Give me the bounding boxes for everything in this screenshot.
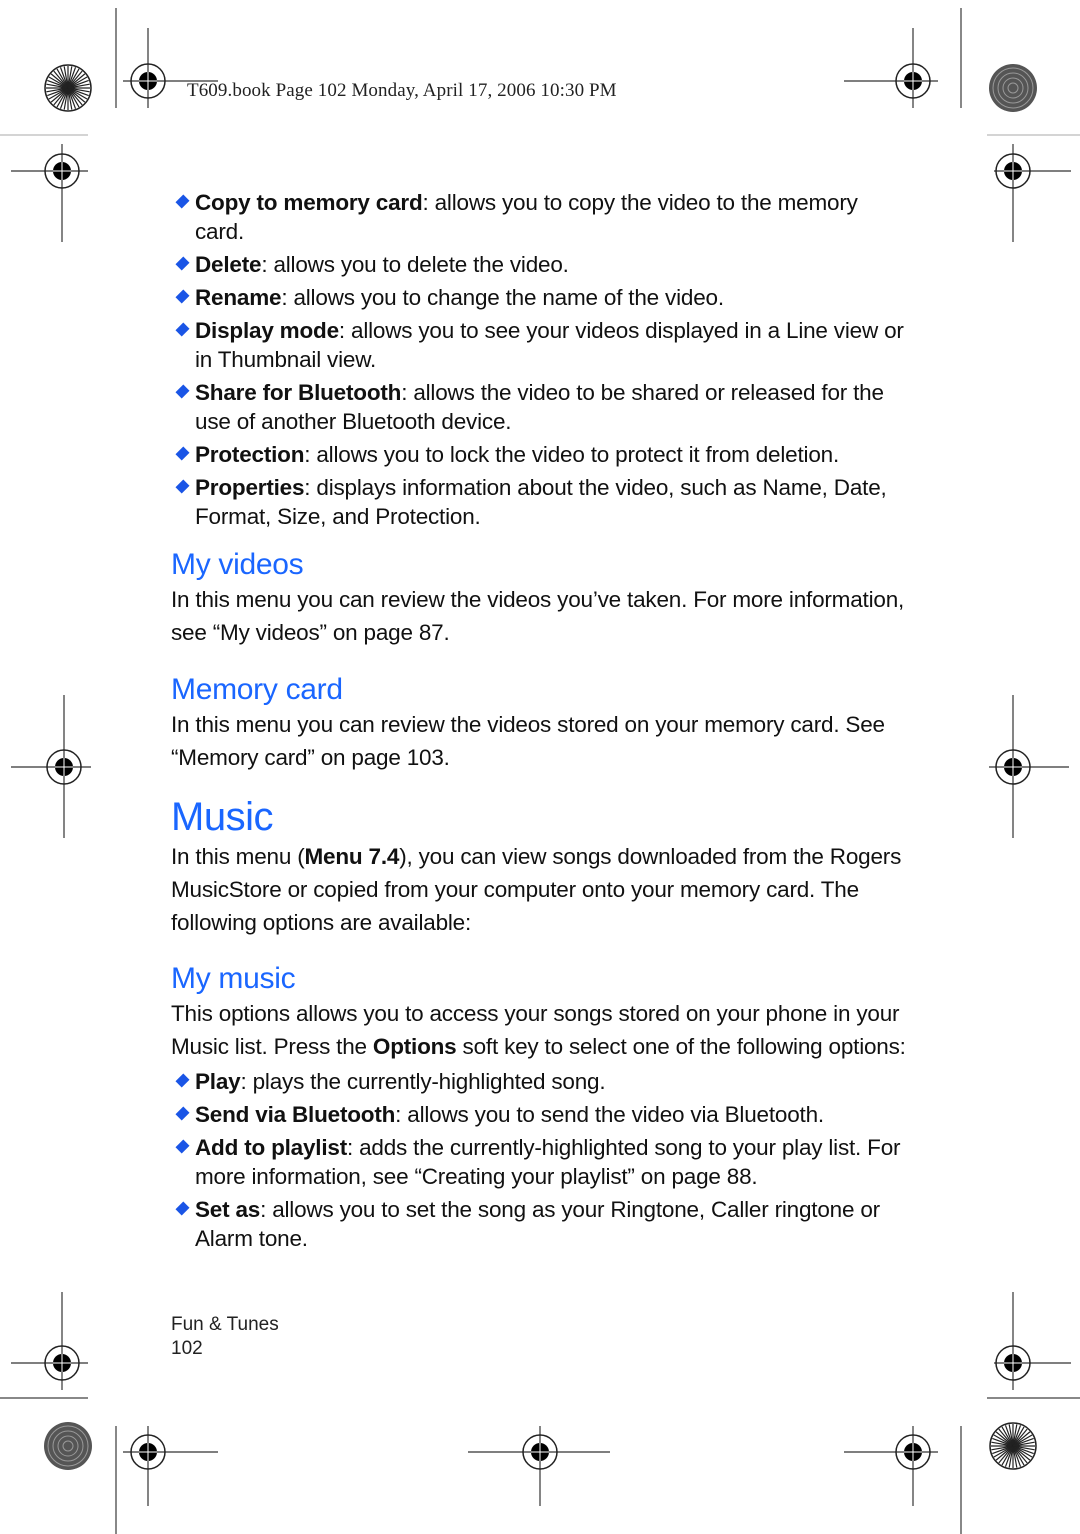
list-item: Rename: allows you to change the name of… [171, 283, 911, 312]
option-description: : allows you to set the song as your Rin… [195, 1197, 880, 1251]
option-description: : plays the currently-highlighted song. [240, 1069, 606, 1094]
section-heading-memory-card: Memory card [171, 673, 343, 706]
option-term: Rename [195, 285, 282, 310]
concentric-mark-icon [44, 1422, 92, 1470]
option-term: Set as [195, 1197, 261, 1222]
section-heading-my-music: My music [171, 962, 296, 995]
registration-mark-icon [994, 144, 1071, 242]
registration-mark-icon [11, 695, 91, 838]
list-item: Send via Bluetooth: allows you to send t… [171, 1100, 911, 1129]
registration-mark-icon [844, 1426, 938, 1506]
option-description: : allows you to change the name of the v… [281, 285, 724, 310]
page-footer: Fun & Tunes 102 [171, 1313, 279, 1361]
option-term: Properties [195, 475, 305, 500]
section-body-my-videos: In this menu you can review the videos y… [171, 587, 905, 645]
registration-mark-icon [844, 28, 938, 108]
registration-mark-icon [994, 1292, 1071, 1390]
list-item: Protection: allows you to lock the video… [171, 440, 911, 469]
list-item: Add to playlist: adds the currently-high… [171, 1133, 911, 1191]
option-term: Display mode [195, 318, 339, 343]
footer-page-number: 102 [171, 1338, 203, 1359]
section-body-memory-card: In this menu you can review the videos s… [171, 712, 885, 770]
video-options-list: Copy to memory card: allows you to copy … [171, 188, 911, 531]
diamond-bullet-icon [175, 1073, 190, 1088]
option-description: : allows you to send the video via Bluet… [395, 1102, 824, 1127]
section-body-music: In this menu (Menu 7.4), you can view so… [171, 844, 902, 935]
concentric-mark-icon [989, 64, 1037, 112]
page-content: Copy to memory card: allows you to copy … [171, 188, 911, 1257]
list-item: Copy to memory card: allows you to copy … [171, 188, 911, 246]
list-item: Play: plays the currently-highlighted so… [171, 1067, 911, 1096]
diamond-bullet-icon [175, 1106, 190, 1121]
option-term: Send via Bluetooth [195, 1102, 396, 1127]
list-item: Share for Bluetooth: allows the video to… [171, 378, 911, 436]
list-item: Display mode: allows you to see your vid… [171, 316, 911, 374]
options-key-reference: Options [372, 1034, 457, 1059]
page-header: T609.book Page 102 Monday, April 17, 200… [187, 80, 617, 101]
registration-mark-icon [123, 1426, 218, 1506]
option-description: : allows you to lock the video to protec… [304, 442, 839, 467]
music-options-list: Play: plays the currently-highlighted so… [171, 1067, 911, 1253]
registration-mark-icon [468, 1426, 610, 1506]
footer-section-name: Fun & Tunes [171, 1314, 279, 1335]
diamond-bullet-icon [175, 384, 190, 399]
diamond-bullet-icon [175, 289, 190, 304]
registration-mark-icon [11, 144, 88, 242]
menu-reference: Menu 7.4 [304, 844, 400, 869]
sunburst-mark-icon [989, 1422, 1037, 1470]
list-item: Delete: allows you to delete the video. [171, 250, 911, 279]
option-term: Play [195, 1069, 241, 1094]
registration-mark-icon [11, 1292, 88, 1390]
registration-mark-icon [989, 695, 1069, 838]
list-item: Properties: displays information about t… [171, 473, 911, 531]
diamond-bullet-icon [175, 479, 190, 494]
option-description: : allows you to delete the video. [261, 252, 569, 277]
diamond-bullet-icon [175, 322, 190, 337]
sunburst-mark-icon [44, 64, 92, 112]
diamond-bullet-icon [175, 194, 190, 209]
option-term: Copy to memory card [195, 190, 423, 215]
option-term: Share for Bluetooth [195, 380, 402, 405]
diamond-bullet-icon [175, 446, 190, 461]
section-heading-my-videos: My videos [171, 548, 304, 581]
option-term: Add to playlist [195, 1135, 348, 1160]
option-term: Delete [195, 252, 262, 277]
diamond-bullet-icon [175, 1139, 190, 1154]
diamond-bullet-icon [175, 1201, 190, 1216]
option-term: Protection [195, 442, 305, 467]
section-heading-music: Music [171, 795, 273, 839]
diamond-bullet-icon [175, 256, 190, 271]
section-body-my-music: This options allows you to access your s… [171, 1001, 906, 1059]
list-item: Set as: allows you to set the song as yo… [171, 1195, 911, 1253]
